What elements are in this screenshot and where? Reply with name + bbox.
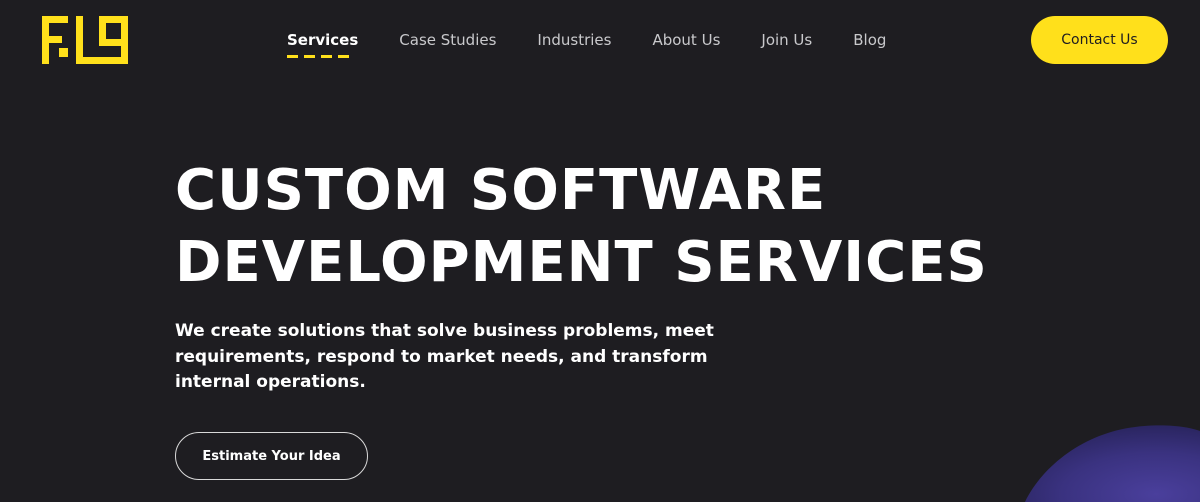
- nav-item-blog[interactable]: Blog: [853, 28, 886, 52]
- nav-item-about-us[interactable]: About Us: [652, 28, 720, 52]
- page: Services Case Studies Industries About U…: [0, 0, 1200, 502]
- nav-item-label: Join Us: [761, 31, 813, 49]
- hero-title-line-2: DEVELOPMENT SERVICES: [175, 230, 988, 295]
- contact-us-button[interactable]: Contact Us: [1031, 16, 1168, 64]
- main-nav: Services Case Studies Industries About U…: [287, 28, 886, 58]
- nav-item-label: About Us: [652, 31, 721, 49]
- nav-item-industries[interactable]: Industries: [537, 28, 611, 52]
- active-indicator: [287, 55, 349, 58]
- nav-item-label: Case Studies: [399, 31, 497, 49]
- hero-title-line-1: CUSTOM SOFTWARE: [175, 158, 827, 223]
- nav-item-case-studies[interactable]: Case Studies: [399, 28, 496, 52]
- nav-item-label: Blog: [853, 31, 887, 49]
- nav-item-label: Industries: [537, 31, 612, 49]
- logo-icon[interactable]: [42, 16, 128, 64]
- decorative-gradient-shape: [1025, 425, 1200, 502]
- estimate-button-label: Estimate Your Idea: [202, 448, 341, 464]
- nav-item-label: Services: [287, 31, 359, 49]
- hero-title: CUSTOM SOFTWARE DEVELOPMENT SERVICES: [175, 155, 1125, 299]
- nav-item-join-us[interactable]: Join Us: [761, 28, 812, 52]
- contact-us-label: Contact Us: [1061, 32, 1138, 48]
- estimate-your-idea-button[interactable]: Estimate Your Idea: [175, 432, 368, 480]
- hero-subtitle: We create solutions that solve business …: [175, 321, 714, 392]
- site-header: Services Case Studies Industries About U…: [0, 0, 1200, 80]
- nav-item-services[interactable]: Services: [287, 28, 359, 58]
